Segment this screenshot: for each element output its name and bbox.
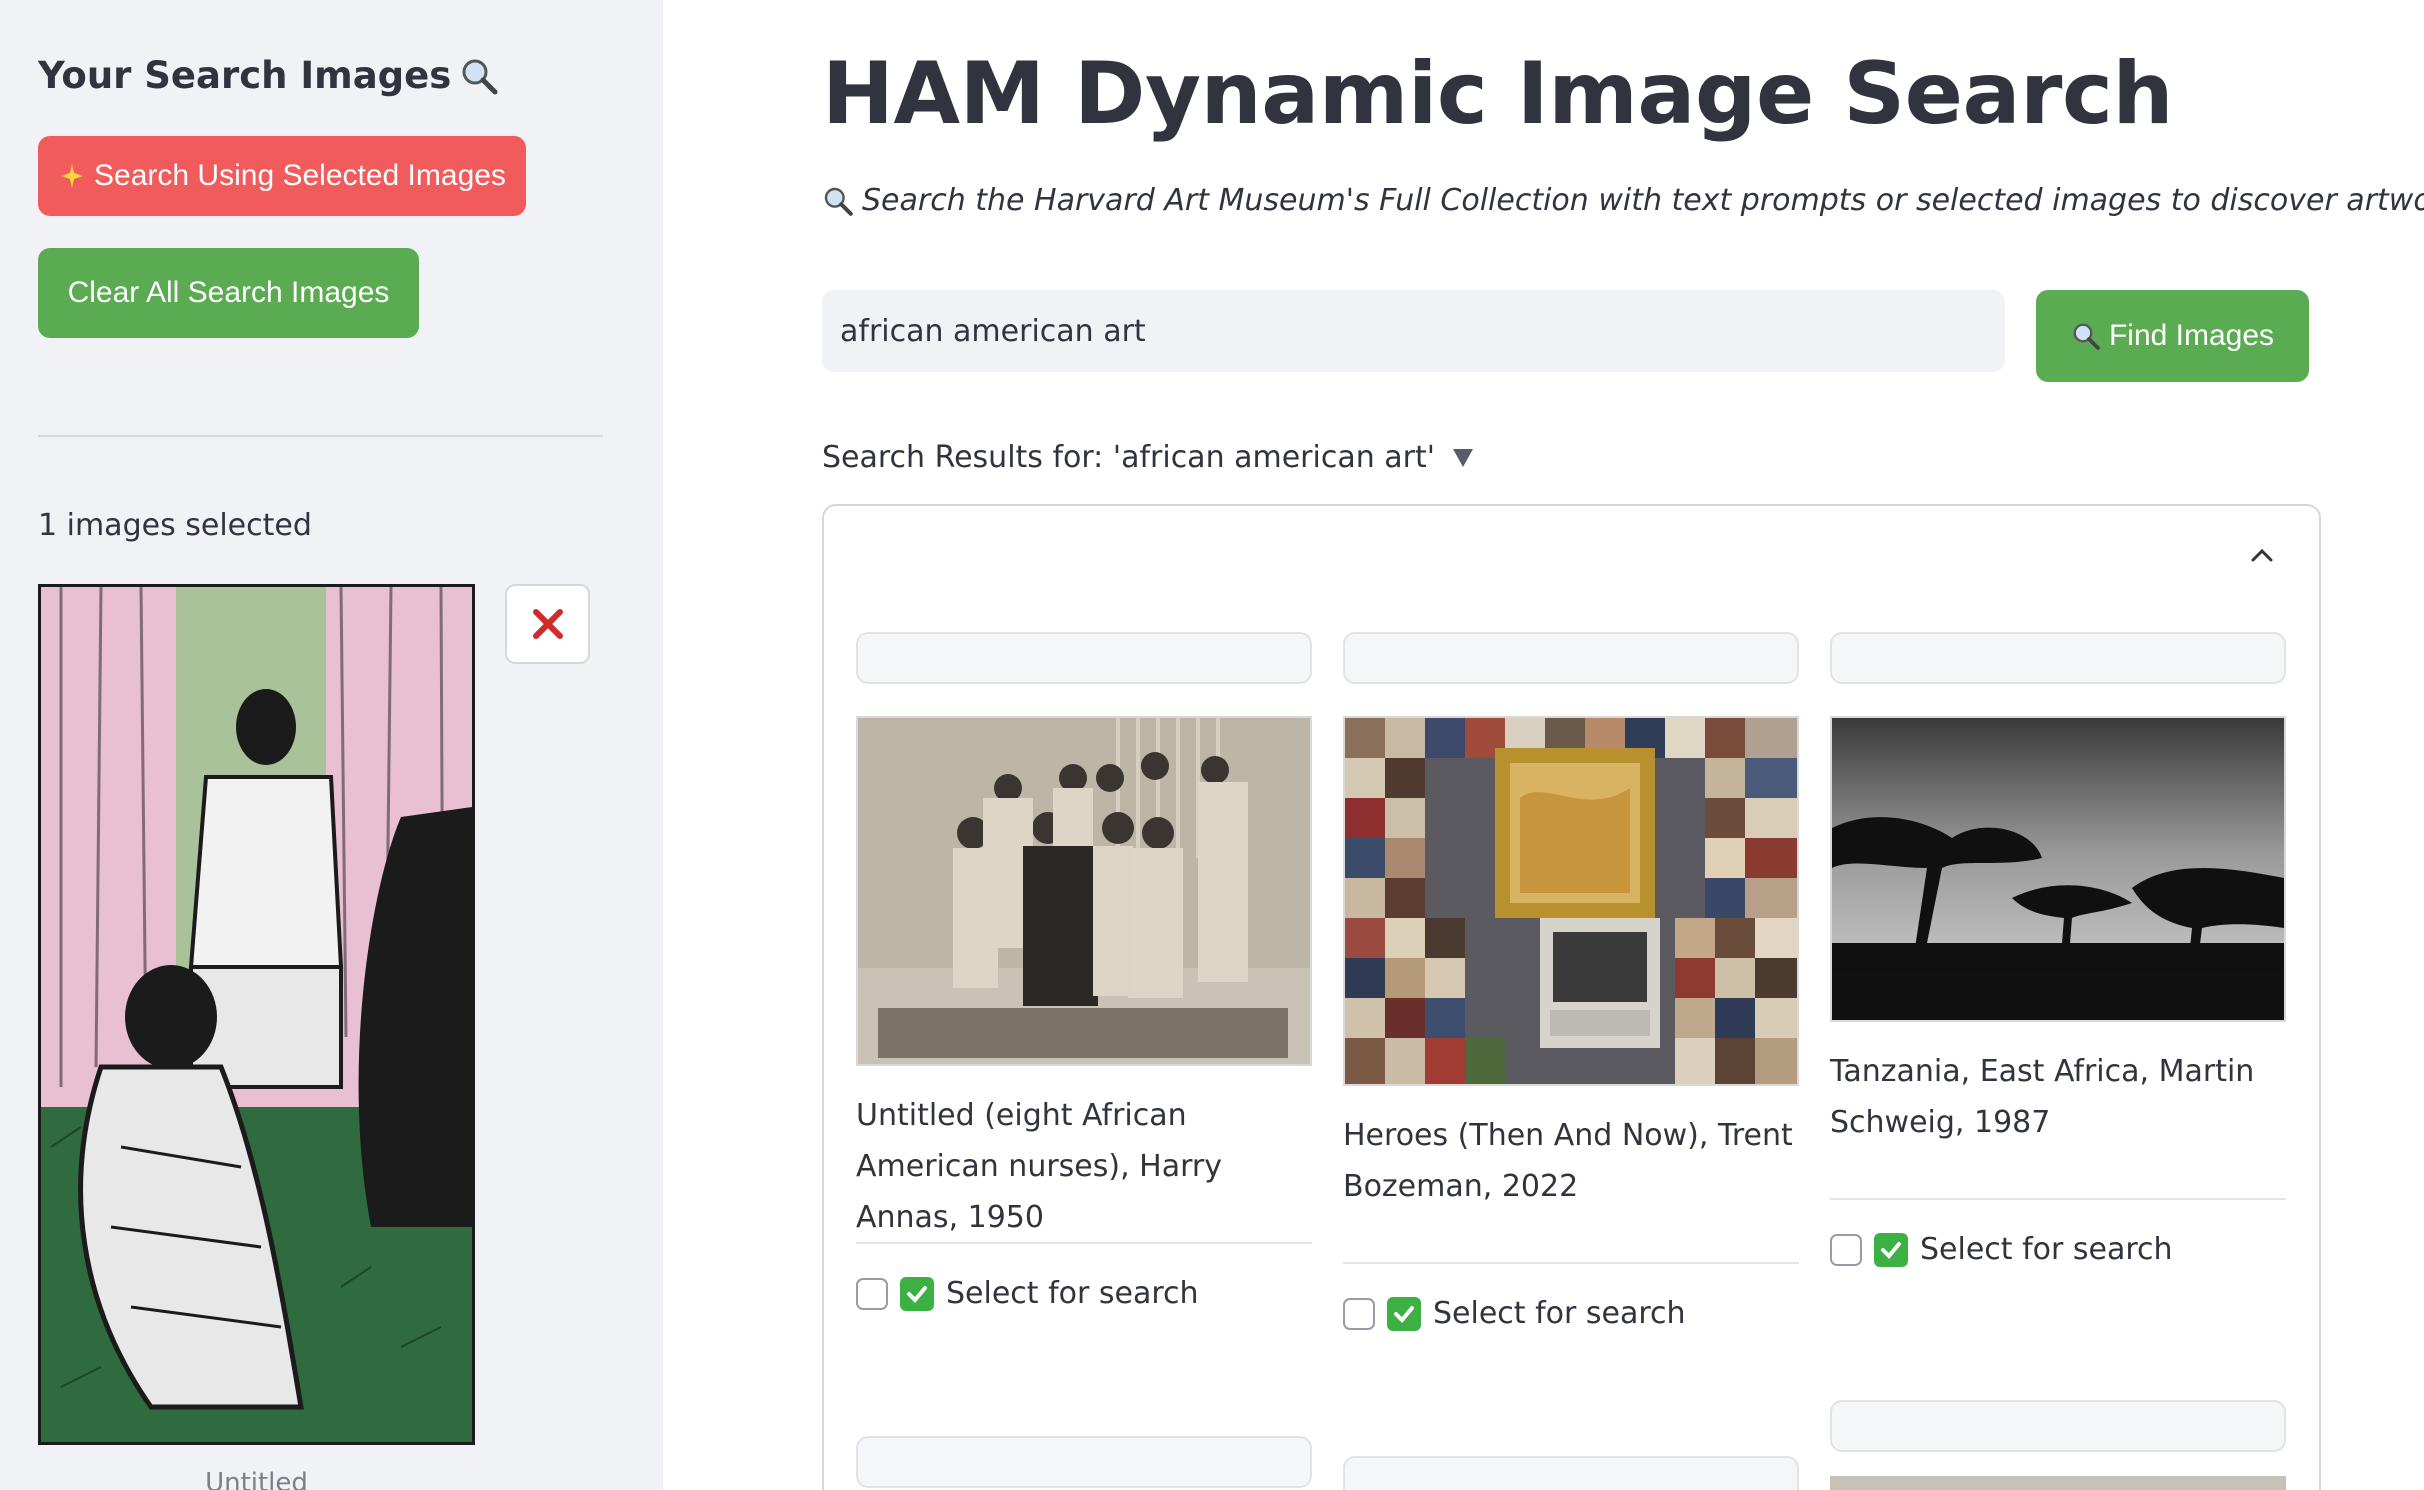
red-x-icon bbox=[532, 609, 563, 639]
result-image[interactable] bbox=[1830, 716, 2286, 1022]
select-for-search-label: Select for search bbox=[1920, 1232, 2173, 1267]
sidebar: Your Search Images Search Using Selected… bbox=[0, 0, 663, 1490]
select-for-search-checkbox[interactable]: Select for search bbox=[1343, 1296, 1686, 1331]
checkbox-box[interactable] bbox=[856, 1277, 888, 1310]
select-for-search-label: Select for search bbox=[1433, 1296, 1686, 1331]
search-selected-images-label: Search Using Selected Images bbox=[94, 159, 506, 192]
check-mark-icon bbox=[1387, 1296, 1421, 1331]
card-divider bbox=[1343, 1262, 1799, 1264]
next-card-title-bar bbox=[856, 1436, 1312, 1488]
clear-search-images-button[interactable]: Clear All Search Images bbox=[38, 248, 419, 338]
select-for-search-checkbox[interactable]: Select for search bbox=[1830, 1232, 2173, 1267]
card-title-bar bbox=[856, 632, 1312, 684]
page-subtitle-text: Search the Harvard Art Museum's Full Col… bbox=[862, 183, 2424, 218]
select-for-search-checkbox[interactable]: Select for search bbox=[856, 1276, 1199, 1311]
sidebar-divider bbox=[38, 435, 603, 437]
magnifier-icon bbox=[462, 59, 498, 94]
results-panel: Untitled (eight African American nurses)… bbox=[822, 504, 2321, 1490]
select-for-search-label: Select for search bbox=[946, 1276, 1199, 1311]
selected-artwork-image bbox=[41, 587, 472, 1442]
check-mark-icon bbox=[1874, 1232, 1908, 1267]
selected-count: 1 images selected bbox=[38, 508, 312, 543]
selected-image-thumbnail bbox=[38, 584, 475, 1445]
next-card-title-bar bbox=[1343, 1456, 1799, 1490]
sidebar-title-text: Your Search Images bbox=[38, 54, 452, 97]
card-title-bar bbox=[1830, 632, 2286, 684]
find-images-button[interactable]: Find Images bbox=[2036, 290, 2309, 382]
search-selected-images-button[interactable]: Search Using Selected Images bbox=[38, 136, 526, 216]
sidebar-title: Your Search Images bbox=[38, 54, 499, 97]
selected-image-caption: Untitled bbox=[205, 1468, 308, 1490]
card-divider bbox=[1830, 1198, 2286, 1200]
result-caption: Heroes (Then And Now), Trent Bozeman, 20… bbox=[1343, 1118, 1793, 1204]
checkbox-box[interactable] bbox=[1830, 1233, 1862, 1266]
result-image[interactable] bbox=[1343, 716, 1799, 1086]
search-input[interactable] bbox=[822, 290, 2005, 372]
check-mark-icon bbox=[900, 1276, 934, 1311]
find-images-label: Find Images bbox=[2108, 319, 2275, 352]
chevron-up-icon[interactable] bbox=[2247, 540, 2277, 570]
result-caption: Tanzania, East Africa, Martin Schweig, 1… bbox=[1830, 1054, 2255, 1140]
results-expander-header[interactable]: Search Results for: 'african american ar… bbox=[822, 440, 1475, 475]
remove-selected-image-button[interactable] bbox=[505, 584, 590, 664]
results-label-text: Search Results for: 'african american ar… bbox=[822, 440, 1436, 475]
result-caption: Untitled (eight African American nurses)… bbox=[856, 1098, 1222, 1235]
magnifier-icon bbox=[2073, 323, 2100, 350]
card-title-bar bbox=[1343, 632, 1799, 684]
card-divider bbox=[856, 1242, 1312, 1244]
sparkles-icon bbox=[61, 164, 84, 188]
clear-search-images-label: Clear All Search Images bbox=[67, 276, 390, 309]
next-card-title-bar bbox=[1830, 1400, 2286, 1452]
checkbox-box[interactable] bbox=[1343, 1297, 1375, 1330]
triangle-down-icon bbox=[1453, 448, 1474, 467]
page-subtitle: Search the Harvard Art Museum's Full Col… bbox=[822, 183, 2424, 218]
next-result-image[interactable] bbox=[1830, 1476, 2286, 1490]
page-title: HAM Dynamic Image Search bbox=[822, 44, 2174, 144]
result-image[interactable] bbox=[856, 716, 1312, 1066]
magnifier-icon bbox=[824, 187, 853, 216]
